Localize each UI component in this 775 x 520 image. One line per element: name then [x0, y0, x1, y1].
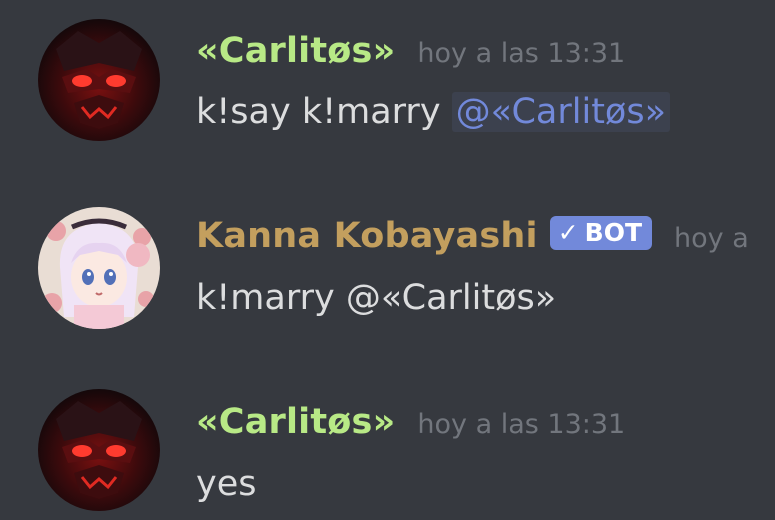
message-text: k!marry @«Carlitøs»	[196, 278, 557, 318]
message-header: «Carlitøs» hoy a las 13:31	[196, 402, 625, 442]
message-header: Kanna Kobayashi ✓ BOT hoy a	[196, 216, 749, 256]
message-header: «Carlitøs» hoy a las 13:31	[196, 31, 625, 71]
avatar[interactable]	[38, 207, 160, 329]
message-item: «Carlitøs» hoy a las 13:31 k!say k!marry …	[0, 0, 775, 150]
bot-tag: ✓ BOT	[549, 216, 653, 250]
avatar[interactable]	[38, 19, 160, 141]
timestamp[interactable]: hoy a	[674, 223, 749, 254]
anime-girl-avatar-icon	[38, 207, 160, 329]
chat-messages: «Carlitøs» hoy a las 13:31 k!say k!marry …	[0, 0, 775, 520]
username[interactable]: «Carlitøs»	[196, 402, 395, 442]
demon-mask-avatar-icon	[38, 389, 160, 511]
message-content: k!marry @«Carlitøs»	[196, 278, 556, 318]
message-item: Kanna Kobayashi ✓ BOT hoy a k!marry @«Carli…	[0, 190, 775, 340]
user-mention[interactable]: @«Carlitøs»	[451, 92, 670, 132]
message-content: yes	[196, 464, 256, 504]
message-item: «Carlitøs» hoy a las 13:31 yes	[0, 370, 775, 520]
username[interactable]: Kanna Kobayashi	[196, 216, 538, 256]
message-text: k!say k!marry	[196, 92, 452, 132]
timestamp[interactable]: hoy a las 13:31	[417, 409, 625, 440]
demon-mask-avatar-icon	[38, 19, 160, 141]
message-content: k!say k!marry @«Carlitøs»	[196, 92, 670, 132]
avatar[interactable]	[38, 389, 160, 511]
message-text: yes	[196, 464, 257, 504]
bot-tag-label: BOT	[584, 218, 643, 247]
timestamp[interactable]: hoy a las 13:31	[417, 38, 625, 69]
check-icon: ✓	[557, 218, 579, 247]
username[interactable]: «Carlitøs»	[196, 31, 395, 71]
